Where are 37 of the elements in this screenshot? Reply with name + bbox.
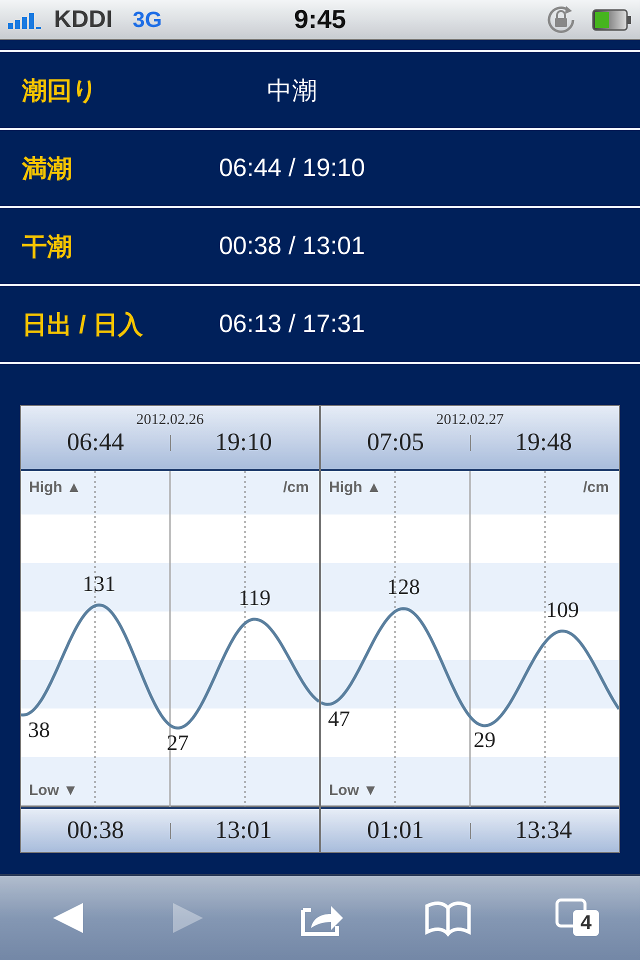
info-label: 満潮 bbox=[20, 154, 73, 184]
low-tide-time: 13:01 bbox=[214, 816, 273, 845]
info-value: 06:13 / 17:31 bbox=[219, 310, 365, 338]
info-value: 中潮 bbox=[267, 76, 317, 106]
high-tide-value: 109 bbox=[546, 596, 579, 623]
info-value: 06:44 / 19:10 bbox=[219, 154, 365, 182]
unit-label: /cm bbox=[583, 478, 609, 496]
low-tide-value: 38 bbox=[28, 716, 50, 743]
high-tide-value: 119 bbox=[238, 584, 271, 611]
high-tide-value: 131 bbox=[82, 570, 116, 597]
low-legend: Low ▼ bbox=[329, 782, 378, 800]
low-tide-time: 13:34 bbox=[514, 816, 573, 845]
high-legend: High ▲ bbox=[29, 478, 82, 496]
info-value: 00:38 / 13:01 bbox=[219, 232, 365, 260]
low-tide-value: 29 bbox=[474, 727, 496, 754]
info-label: 干潮 bbox=[21, 232, 73, 262]
high-tide-time: 19:10 bbox=[214, 429, 273, 457]
high-tide-value: 128 bbox=[387, 574, 420, 600]
battery-icon bbox=[592, 8, 632, 30]
high-tide-time: 19:48 bbox=[514, 429, 573, 457]
low-tide-value: 27 bbox=[166, 730, 189, 756]
low-tide-time: 00:38 bbox=[66, 816, 125, 845]
network-type: 3G bbox=[132, 6, 162, 32]
chart-date: 2012.02.27 bbox=[436, 412, 504, 429]
tabs-button[interactable]: 4 bbox=[549, 894, 603, 942]
info-label: 潮回り bbox=[20, 76, 99, 106]
carrier-name: KDDI bbox=[54, 6, 113, 34]
unit-label: /cm bbox=[283, 478, 309, 496]
low-tide-value: 47 bbox=[328, 706, 350, 732]
status-time: 9:45 bbox=[294, 4, 346, 35]
high-tide-time: 07:05 bbox=[366, 429, 425, 457]
high-tide-time: 06:44 bbox=[66, 429, 125, 457]
chart-date: 2012.02.26 bbox=[136, 412, 204, 429]
low-tide-time: 01:01 bbox=[366, 816, 425, 845]
low-legend: Low ▼ bbox=[29, 782, 78, 800]
info-label: 日出 / 日入 bbox=[21, 310, 144, 340]
high-legend: High ▲ bbox=[329, 478, 382, 496]
